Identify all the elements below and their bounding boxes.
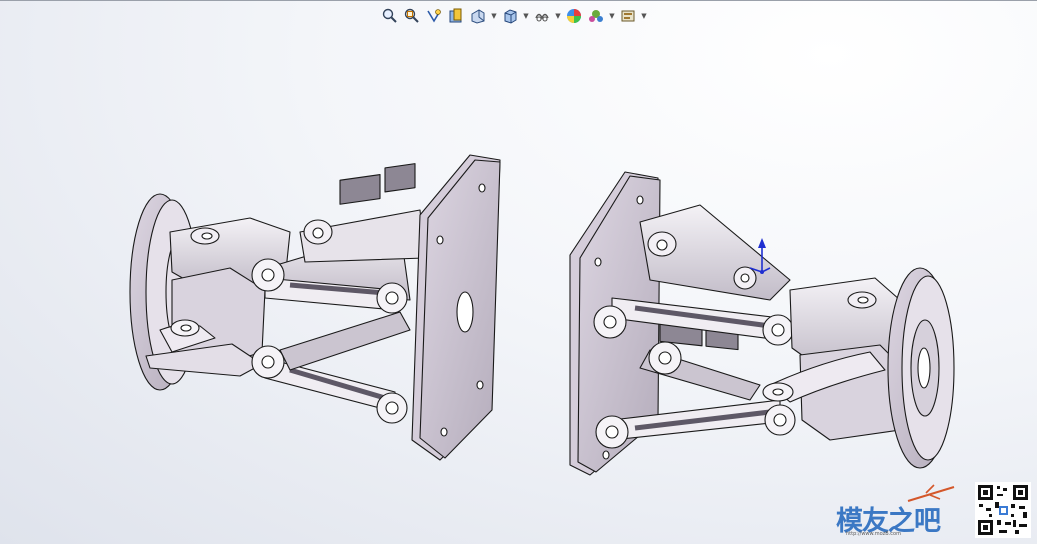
left-gimbal-assembly[interactable]	[129, 154, 501, 461]
right-gimbal-assembly[interactable]	[569, 171, 955, 476]
watermark-url: http://www.mozB.com	[846, 531, 901, 537]
site-watermark: 模友之吧 http://www.mozB.com	[834, 483, 964, 543]
qr-code	[975, 482, 1031, 538]
graphics-area[interactable]	[0, 0, 1037, 544]
